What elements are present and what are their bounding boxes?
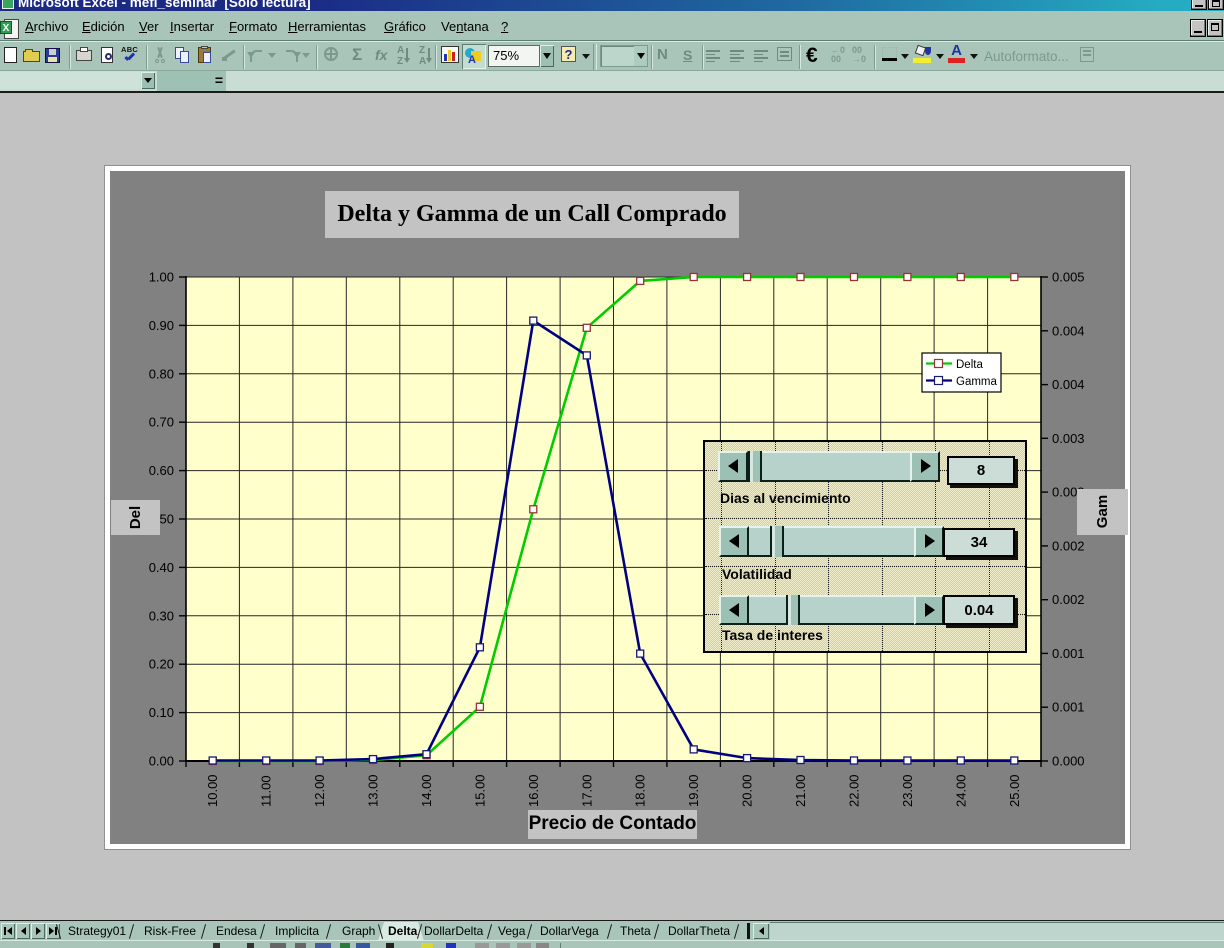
svg-text:0.001: 0.001 [1052,700,1085,715]
svg-text:11.00: 11.00 [259,775,274,807]
svg-text:0.60: 0.60 [149,463,174,478]
svg-text:23.00: 23.00 [900,774,915,807]
svg-text:0.00: 0.00 [149,754,174,769]
svg-text:0.70: 0.70 [149,415,174,430]
svg-text:22.00: 22.00 [847,774,862,807]
svg-text:1.00: 1.00 [149,270,174,285]
svg-text:13.00: 13.00 [366,774,381,807]
svg-text:0.004: 0.004 [1052,377,1085,392]
svg-text:16.00: 16.00 [526,774,541,807]
svg-text:0.20: 0.20 [149,657,174,672]
svg-text:0.000: 0.000 [1052,754,1085,769]
svg-text:18.00: 18.00 [633,774,648,807]
svg-text:24.00: 24.00 [953,774,968,807]
svg-text:0.80: 0.80 [149,366,174,381]
svg-text:0.005: 0.005 [1052,270,1085,285]
svg-text:Delta: Delta [956,359,983,371]
svg-text:0.004: 0.004 [1052,323,1085,338]
svg-text:12.00: 12.00 [312,774,327,807]
svg-text:19.00: 19.00 [686,774,701,807]
svg-text:14.00: 14.00 [419,774,434,807]
svg-text:0.40: 0.40 [149,560,174,575]
svg-text:25.00: 25.00 [1007,774,1022,807]
svg-text:0.001: 0.001 [1052,646,1085,661]
svg-text:Gamma: Gamma [956,376,998,388]
svg-text:20.00: 20.00 [740,774,755,807]
svg-text:21.00: 21.00 [793,774,808,807]
svg-text:0.002: 0.002 [1052,592,1085,607]
svg-text:0.30: 0.30 [149,608,174,623]
svg-text:0.10: 0.10 [149,705,174,720]
svg-text:17.00: 17.00 [579,774,594,807]
svg-text:15.00: 15.00 [472,774,487,807]
svg-text:0.90: 0.90 [149,318,174,333]
svg-text:0.002: 0.002 [1052,538,1085,553]
svg-text:0.003: 0.003 [1052,431,1085,446]
svg-text:10.00: 10.00 [205,774,220,807]
